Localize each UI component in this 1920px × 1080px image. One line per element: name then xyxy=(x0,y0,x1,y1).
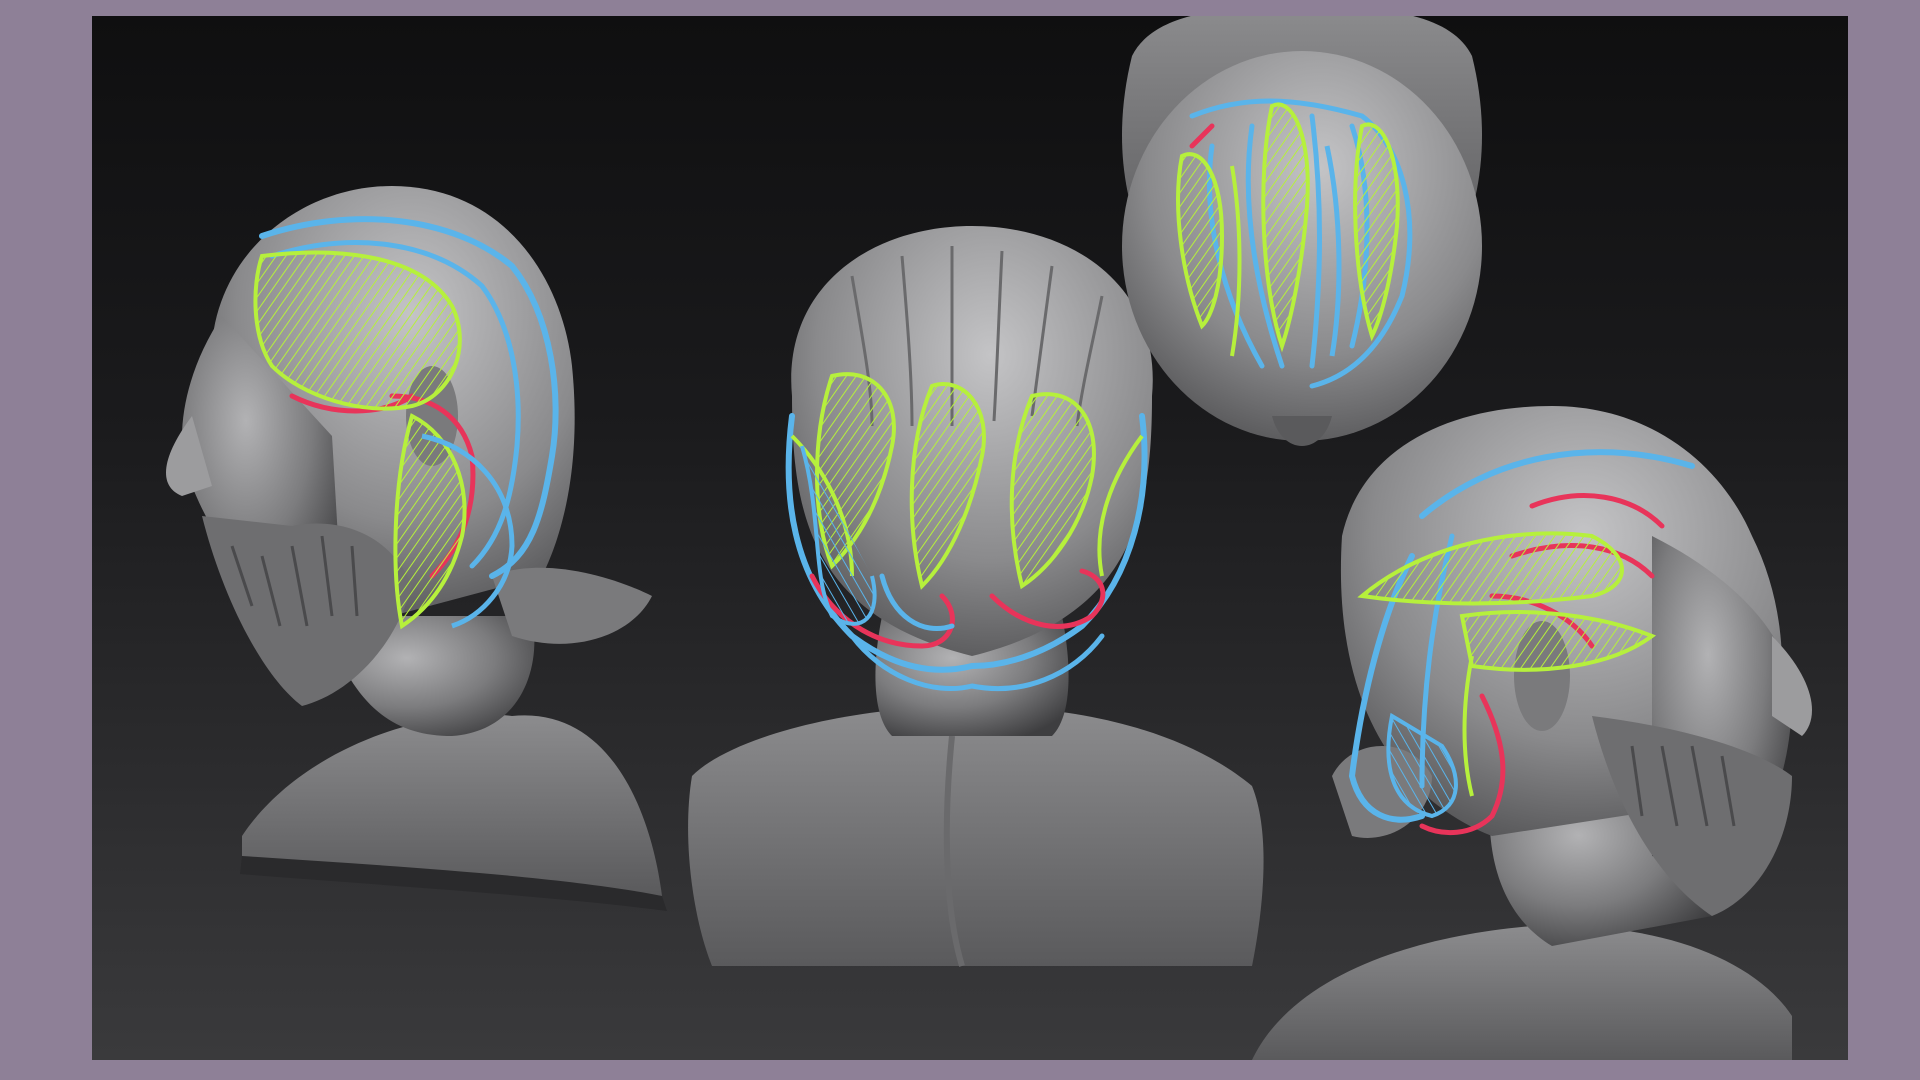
view-top xyxy=(1122,16,1482,446)
frame-border xyxy=(0,0,1920,1080)
view-left-profile xyxy=(165,186,667,911)
view-right-three-quarter xyxy=(1252,406,1812,1060)
sculpt-render xyxy=(165,16,1812,1060)
sculpt-viewport xyxy=(92,16,1848,1060)
